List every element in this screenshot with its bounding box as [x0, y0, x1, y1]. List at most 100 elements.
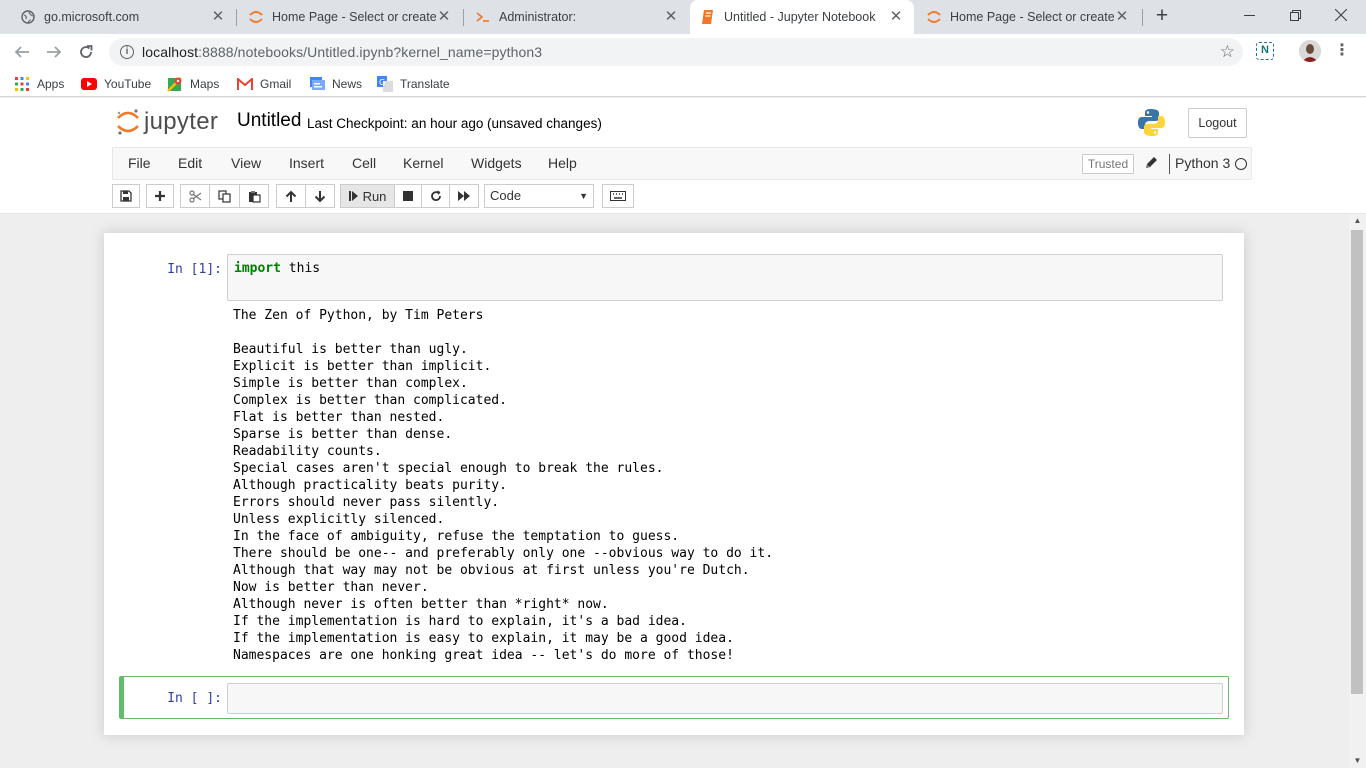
globe-icon	[20, 9, 36, 25]
tab-close-icon[interactable]: ✕	[436, 9, 452, 25]
site-info-icon[interactable]: i	[120, 45, 134, 59]
maps-icon	[167, 76, 183, 92]
gmail-icon	[237, 76, 253, 92]
code-keyword: import	[234, 261, 281, 276]
scroll-down-icon[interactable]: ▼	[1349, 754, 1366, 768]
restore-icon	[1289, 9, 1301, 21]
reload-button[interactable]	[74, 40, 98, 64]
menu-widgets[interactable]: Widgets	[471, 155, 522, 171]
apps-grid-icon	[14, 76, 30, 92]
bookmark-label: Gmail	[260, 77, 292, 91]
run-label: Run	[362, 188, 387, 204]
profile-avatar[interactable]	[1299, 40, 1321, 62]
autosave-status: (unsaved changes)	[487, 116, 602, 131]
tab-title: Administrator:	[499, 10, 577, 24]
forward-button[interactable]	[42, 40, 66, 64]
browser-tab-strip: go.microsoft.com ✕ Home Page - Select or…	[0, 0, 1366, 34]
copy-button[interactable]	[209, 184, 240, 208]
bookmark-star-icon[interactable]: ☆	[1220, 42, 1235, 62]
logout-button[interactable]: Logout	[1188, 108, 1247, 138]
trusted-indicator[interactable]: Trusted	[1082, 154, 1134, 174]
move-up-button[interactable]	[276, 184, 306, 208]
bookmark-label: Translate	[400, 77, 450, 91]
youtube-icon	[81, 76, 97, 92]
save-button[interactable]	[112, 184, 140, 208]
move-down-button[interactable]	[305, 184, 335, 208]
copy-icon	[218, 189, 231, 203]
command-palette-button[interactable]	[602, 184, 634, 208]
bookmark-label: Maps	[190, 77, 220, 91]
interrupt-kernel-button[interactable]	[394, 184, 422, 208]
minimize-icon	[1243, 14, 1255, 16]
tab-close-icon[interactable]: ✕	[210, 9, 226, 25]
keyboard-icon	[610, 191, 626, 201]
menu-view[interactable]: View	[231, 155, 261, 171]
address-bar[interactable]: i localhost:8888/notebooks/Untitled.ipyn…	[109, 38, 1243, 66]
kernel-idle-indicator-icon	[1235, 158, 1247, 170]
jupyter-logo[interactable]: jupyter	[116, 108, 218, 136]
browser-tab-3[interactable]: Administrator: ✕	[465, 0, 689, 34]
browser-menu-icon[interactable]: ⋮	[1334, 42, 1350, 62]
reload-icon	[80, 45, 93, 58]
tab-close-icon[interactable]: ✕	[888, 9, 904, 25]
bookmark-translate[interactable]: G Translate	[377, 75, 450, 93]
url-path: :8888/notebooks/Untitled.ipynb?kernel_na…	[198, 44, 543, 60]
paste-button[interactable]	[239, 184, 269, 208]
code-text[interactable]: import this	[234, 261, 320, 276]
bookmark-news[interactable]: News	[309, 75, 362, 93]
python-logo-icon	[1138, 109, 1165, 136]
tab-separator	[236, 9, 237, 26]
bookmark-youtube[interactable]: YouTube	[81, 75, 151, 93]
menu-kernel[interactable]: Kernel	[403, 155, 443, 171]
browser-tab-2[interactable]: Home Page - Select or create a ✕	[238, 0, 462, 34]
scroll-up-icon[interactable]: ▲	[1349, 214, 1366, 228]
vertical-scrollbar[interactable]: ▲ ▼	[1349, 214, 1366, 768]
code-cell-input[interactable]: import this	[227, 254, 1223, 301]
menu-help[interactable]: Help	[548, 155, 577, 171]
bookmark-apps[interactable]: Apps	[14, 75, 64, 93]
kernel-name[interactable]: Python 3	[1175, 155, 1230, 171]
restart-run-all-button[interactable]	[449, 184, 479, 208]
minimize-button[interactable]	[1226, 0, 1272, 30]
close-window-button[interactable]	[1318, 0, 1364, 30]
bookmark-gmail[interactable]: Gmail	[237, 75, 291, 93]
restart-kernel-button[interactable]	[421, 184, 450, 208]
save-icon	[120, 190, 132, 202]
close-icon	[1335, 9, 1347, 21]
browser-toolbar: i localhost:8888/notebooks/Untitled.ipyn…	[0, 34, 1366, 70]
new-tab-button[interactable]: +	[1152, 5, 1172, 27]
forward-arrow-icon	[47, 46, 62, 58]
pencil-icon[interactable]	[1143, 154, 1159, 172]
menu-edit[interactable]: Edit	[178, 155, 202, 171]
bookmark-maps[interactable]: Maps	[167, 75, 219, 93]
code-cell-input-empty[interactable]	[227, 683, 1223, 714]
extension-n-icon[interactable]: N	[1256, 42, 1274, 60]
notebook-icon	[700, 9, 716, 25]
browser-tab-5[interactable]: Home Page - Select or create a ✕	[916, 0, 1140, 34]
powershell-icon	[475, 9, 491, 25]
bookmark-label: YouTube	[104, 77, 152, 91]
url-host: localhost	[142, 44, 199, 60]
browser-tab-active[interactable]: Untitled - Jupyter Notebook ✕	[690, 0, 914, 34]
scrollbar-thumb[interactable]	[1351, 230, 1363, 694]
restore-button[interactable]	[1272, 0, 1318, 30]
tab-close-icon[interactable]: ✕	[663, 9, 679, 25]
fast-forward-icon	[457, 191, 470, 201]
paste-icon	[248, 190, 261, 203]
insert-cell-button[interactable]	[146, 184, 174, 208]
stop-icon	[403, 191, 413, 201]
run-button[interactable]: Run	[340, 184, 395, 208]
menu-cell[interactable]: Cell	[352, 155, 376, 171]
url-text[interactable]: localhost:8888/notebooks/Untitled.ipynb?…	[142, 44, 542, 60]
back-button[interactable]	[10, 40, 34, 64]
dropdown-caret-icon: ▼	[579, 191, 588, 201]
menu-insert[interactable]: Insert	[289, 155, 324, 171]
browser-tab-1[interactable]: go.microsoft.com ✕	[0, 0, 236, 34]
cut-button[interactable]	[180, 184, 210, 208]
jupyter-logo-icon	[117, 109, 139, 135]
tab-close-icon[interactable]: ✕	[1114, 9, 1130, 25]
plus-icon	[155, 191, 165, 201]
cell-type-select[interactable]: Code ▼	[484, 184, 594, 208]
notebook-name[interactable]: Untitled	[237, 110, 301, 132]
menu-file[interactable]: File	[128, 155, 151, 171]
